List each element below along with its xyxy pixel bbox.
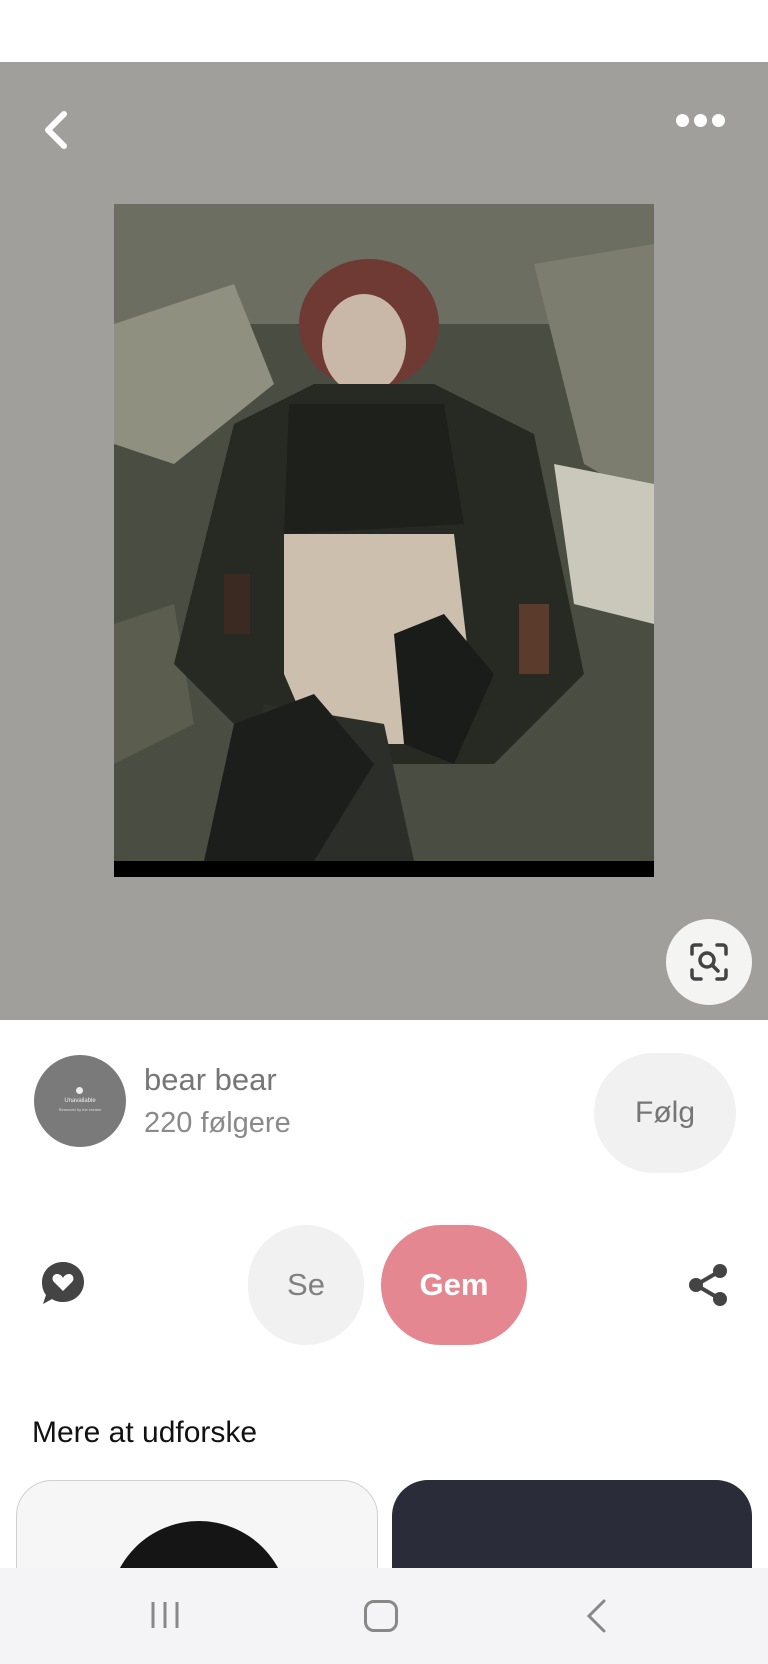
recents-button[interactable] bbox=[150, 1600, 180, 1630]
chevron-left-icon bbox=[45, 111, 67, 149]
recents-icon bbox=[151, 1602, 179, 1628]
creator-section: Unavailable Removed by the creator bear … bbox=[0, 1020, 768, 1210]
follow-button[interactable]: Følg bbox=[594, 1053, 736, 1173]
avatar-removed-text: Removed by the creator bbox=[58, 1107, 102, 1112]
creator-name[interactable]: bear bear bbox=[144, 1062, 277, 1098]
visit-button[interactable]: Se bbox=[248, 1225, 364, 1345]
system-back-button[interactable] bbox=[584, 1598, 608, 1634]
pin-action-bar: Se Gem bbox=[0, 1210, 768, 1360]
status-bar bbox=[0, 0, 768, 62]
share-button[interactable] bbox=[686, 1262, 730, 1308]
heart-speech-bubble-icon bbox=[42, 1262, 84, 1304]
back-button[interactable] bbox=[36, 108, 80, 152]
more-to-explore-heading: Mere at udforske bbox=[32, 1416, 258, 1449]
comment-button[interactable] bbox=[40, 1260, 86, 1308]
back-arrow-icon bbox=[586, 1599, 606, 1633]
visual-search-icon bbox=[690, 943, 728, 981]
avatar[interactable]: Unavailable Removed by the creator bbox=[34, 1055, 126, 1147]
system-nav-bar bbox=[0, 1568, 768, 1664]
visual-search-button[interactable] bbox=[666, 919, 752, 1005]
pin-image[interactable] bbox=[114, 204, 654, 877]
share-icon bbox=[689, 1264, 727, 1306]
avatar-unavailable-text: Unavailable bbox=[64, 1098, 96, 1104]
save-button[interactable]: Gem bbox=[381, 1225, 527, 1345]
home-button[interactable] bbox=[364, 1600, 398, 1632]
more-horizontal-icon bbox=[676, 114, 689, 127]
follower-count: 220 følgere bbox=[144, 1107, 291, 1139]
pin-artwork bbox=[114, 204, 654, 861]
pin-closeup bbox=[0, 62, 768, 1020]
more-options-button[interactable] bbox=[668, 106, 732, 134]
